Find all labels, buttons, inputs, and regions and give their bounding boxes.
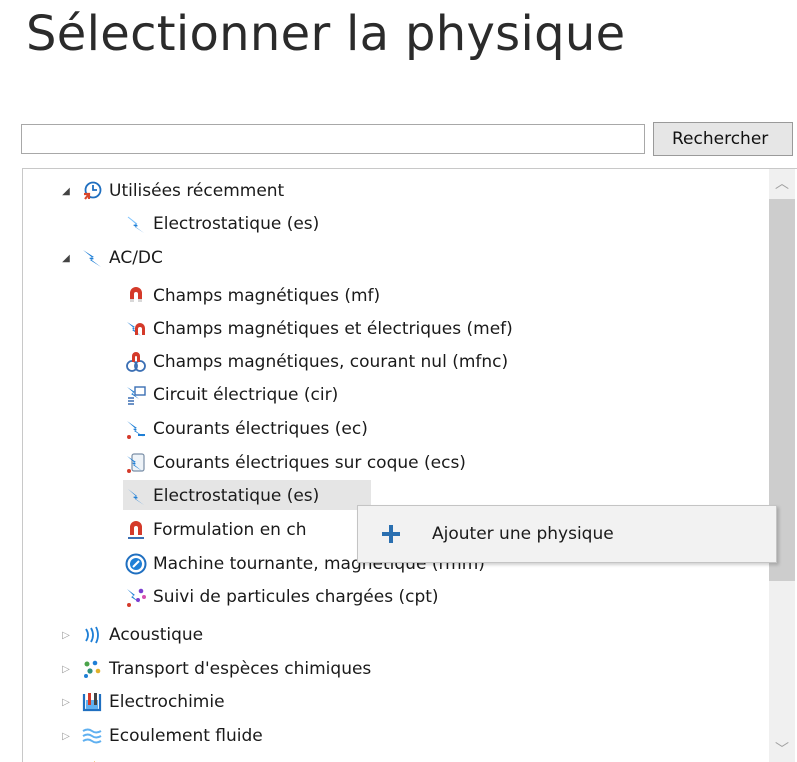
current-icon — [125, 418, 147, 440]
tree-item[interactable]: Formulation en ch — [125, 514, 306, 546]
shell-current-icon — [125, 452, 147, 474]
search-input[interactable] — [21, 124, 645, 154]
tree-node-electrochemistry[interactable]: ▷ Electrochimie — [57, 686, 225, 718]
tree-item[interactable]: Electrostatique (es) — [125, 208, 319, 240]
expand-toggle-icon[interactable]: ◢ — [57, 182, 75, 200]
tree-item[interactable]: Courants électriques (ec) — [125, 413, 368, 445]
tree-item-label: Suivi de particules chargées (cpt) — [153, 587, 439, 607]
heat-transfer-icon — [81, 758, 103, 762]
lightning-icon — [81, 247, 103, 269]
tree-node-fluid-flow[interactable]: ▷ Ecoulement fluide — [57, 720, 263, 752]
collapsed-toggle-icon[interactable]: ▷ — [57, 626, 75, 644]
tree-item[interactable]: Courants électriques sur coque (ecs) — [125, 447, 466, 479]
tree-item-label: Circuit électrique (cir) — [153, 385, 339, 405]
page-title: Sélectionner la physique — [26, 6, 626, 62]
tree-item-label: Electrostatique (es) — [153, 486, 320, 506]
tree-node-label: Ecoulement fluide — [109, 726, 263, 746]
tree-item[interactable]: Champs magnétiques, courant nul (mfnc) — [125, 346, 508, 378]
tree-node-recent[interactable]: ◢ Utilisées récemment — [57, 175, 284, 207]
tree-node-acoustics[interactable]: ▷ Acoustique — [57, 619, 203, 651]
tree-item[interactable]: Circuit électrique (cir) — [125, 379, 338, 411]
magnet-lightning-icon — [125, 318, 147, 340]
clock-icon — [81, 180, 103, 202]
fluid-flow-icon — [81, 725, 103, 747]
tree-node-label: Transport d'espèces chimiques — [109, 659, 372, 679]
tree-item-label: Champs magnétiques et électriques (mef) — [153, 319, 513, 339]
magnet-icon — [125, 285, 147, 307]
tree-item-label: Courants électriques sur coque (ecs) — [153, 453, 466, 473]
tree-item[interactable]: Champs magnétiques et électriques (mef) — [125, 313, 513, 345]
particles-icon — [125, 586, 147, 608]
search-button[interactable]: Rechercher — [653, 122, 793, 156]
magnet-ring-icon — [125, 351, 147, 373]
tree-node-label: Utilisées récemment — [109, 181, 285, 201]
scroll-down-icon[interactable]: ﹀ — [769, 735, 795, 762]
electrostatics-icon — [125, 213, 147, 235]
tree-node-partial[interactable]: ▷ — [57, 753, 109, 762]
electrochemistry-icon — [81, 691, 103, 713]
electrostatics-icon — [125, 485, 147, 507]
add-physics-menu-item[interactable]: Ajouter une physique — [364, 514, 770, 554]
plus-icon — [378, 521, 404, 547]
tree-item-label: Electrostatique (es) — [153, 214, 320, 234]
scroll-up-icon[interactable]: ︿ — [769, 169, 795, 197]
collapsed-toggle-icon[interactable]: ▷ — [57, 693, 75, 711]
acoustics-icon — [81, 624, 103, 646]
vertical-scrollbar[interactable]: ︿ ﹀ — [769, 169, 795, 762]
menu-item-label: Ajouter une physique — [432, 524, 614, 544]
collapsed-toggle-icon[interactable]: ▷ — [57, 727, 75, 745]
tree-item[interactable]: Champs magnétiques (mf) — [125, 280, 380, 312]
magnet-formulation-icon — [125, 519, 147, 541]
tree-item-label: Champs magnétiques (mf) — [153, 286, 381, 306]
context-menu: Ajouter une physique — [357, 505, 777, 563]
tree-item[interactable]: Suivi de particules chargées (cpt) — [125, 581, 439, 613]
circuit-icon — [125, 384, 147, 406]
tree-node-label: Electrochimie — [109, 692, 225, 712]
tree-node-acdc[interactable]: ◢ AC/DC — [57, 242, 163, 274]
collapsed-toggle-icon[interactable]: ▷ — [57, 660, 75, 678]
tree-node-label: Acoustique — [109, 625, 204, 645]
tree-node-label: AC/DC — [109, 248, 163, 268]
tree-item-label: Champs magnétiques, courant nul (mfnc) — [153, 352, 509, 372]
tree-item-selected[interactable]: Electrostatique (es) — [125, 480, 319, 512]
expand-toggle-icon[interactable]: ◢ — [57, 249, 75, 267]
rotating-machine-icon — [125, 553, 147, 575]
tree-item-label: Courants électriques (ec) — [153, 419, 368, 439]
tree-node-chemical-species[interactable]: ▷ Transport d'espèces chimiques — [57, 653, 371, 685]
chemical-species-icon — [81, 658, 103, 680]
physics-tree[interactable]: ◢ Utilisées récemment Electrostatique (e… — [22, 168, 797, 762]
tree-item-label: Formulation en ch — [153, 520, 307, 540]
